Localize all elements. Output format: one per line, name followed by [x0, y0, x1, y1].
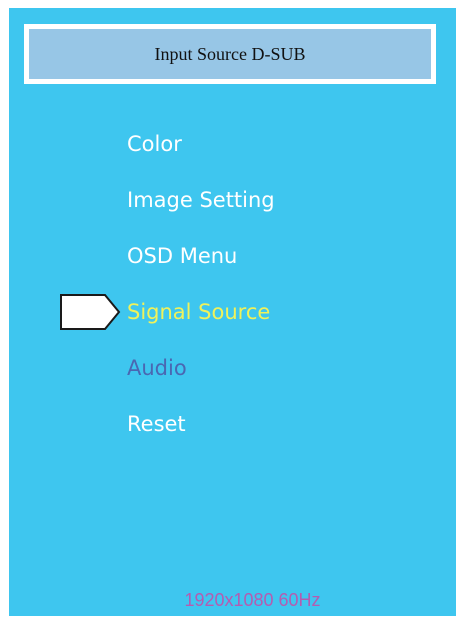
menu-item-color[interactable]: Color — [127, 124, 182, 164]
resolution-status: 1920x1080 60Hz — [184, 590, 321, 610]
osd-panel: Input Source D-SUB Color Image Setting O… — [9, 8, 456, 616]
menu-item-image-setting[interactable]: Image Setting — [127, 180, 275, 220]
osd-menu: Color Image Setting OSD Menu Signal Sour… — [9, 8, 456, 616]
pentagon-arrow-icon — [60, 294, 121, 330]
menu-item-osd-menu[interactable]: OSD Menu — [127, 236, 237, 276]
menu-item-reset[interactable]: Reset — [127, 404, 186, 444]
menu-item-audio[interactable]: Audio — [127, 348, 187, 388]
menu-item-signal-source[interactable]: Signal Source — [127, 292, 270, 332]
